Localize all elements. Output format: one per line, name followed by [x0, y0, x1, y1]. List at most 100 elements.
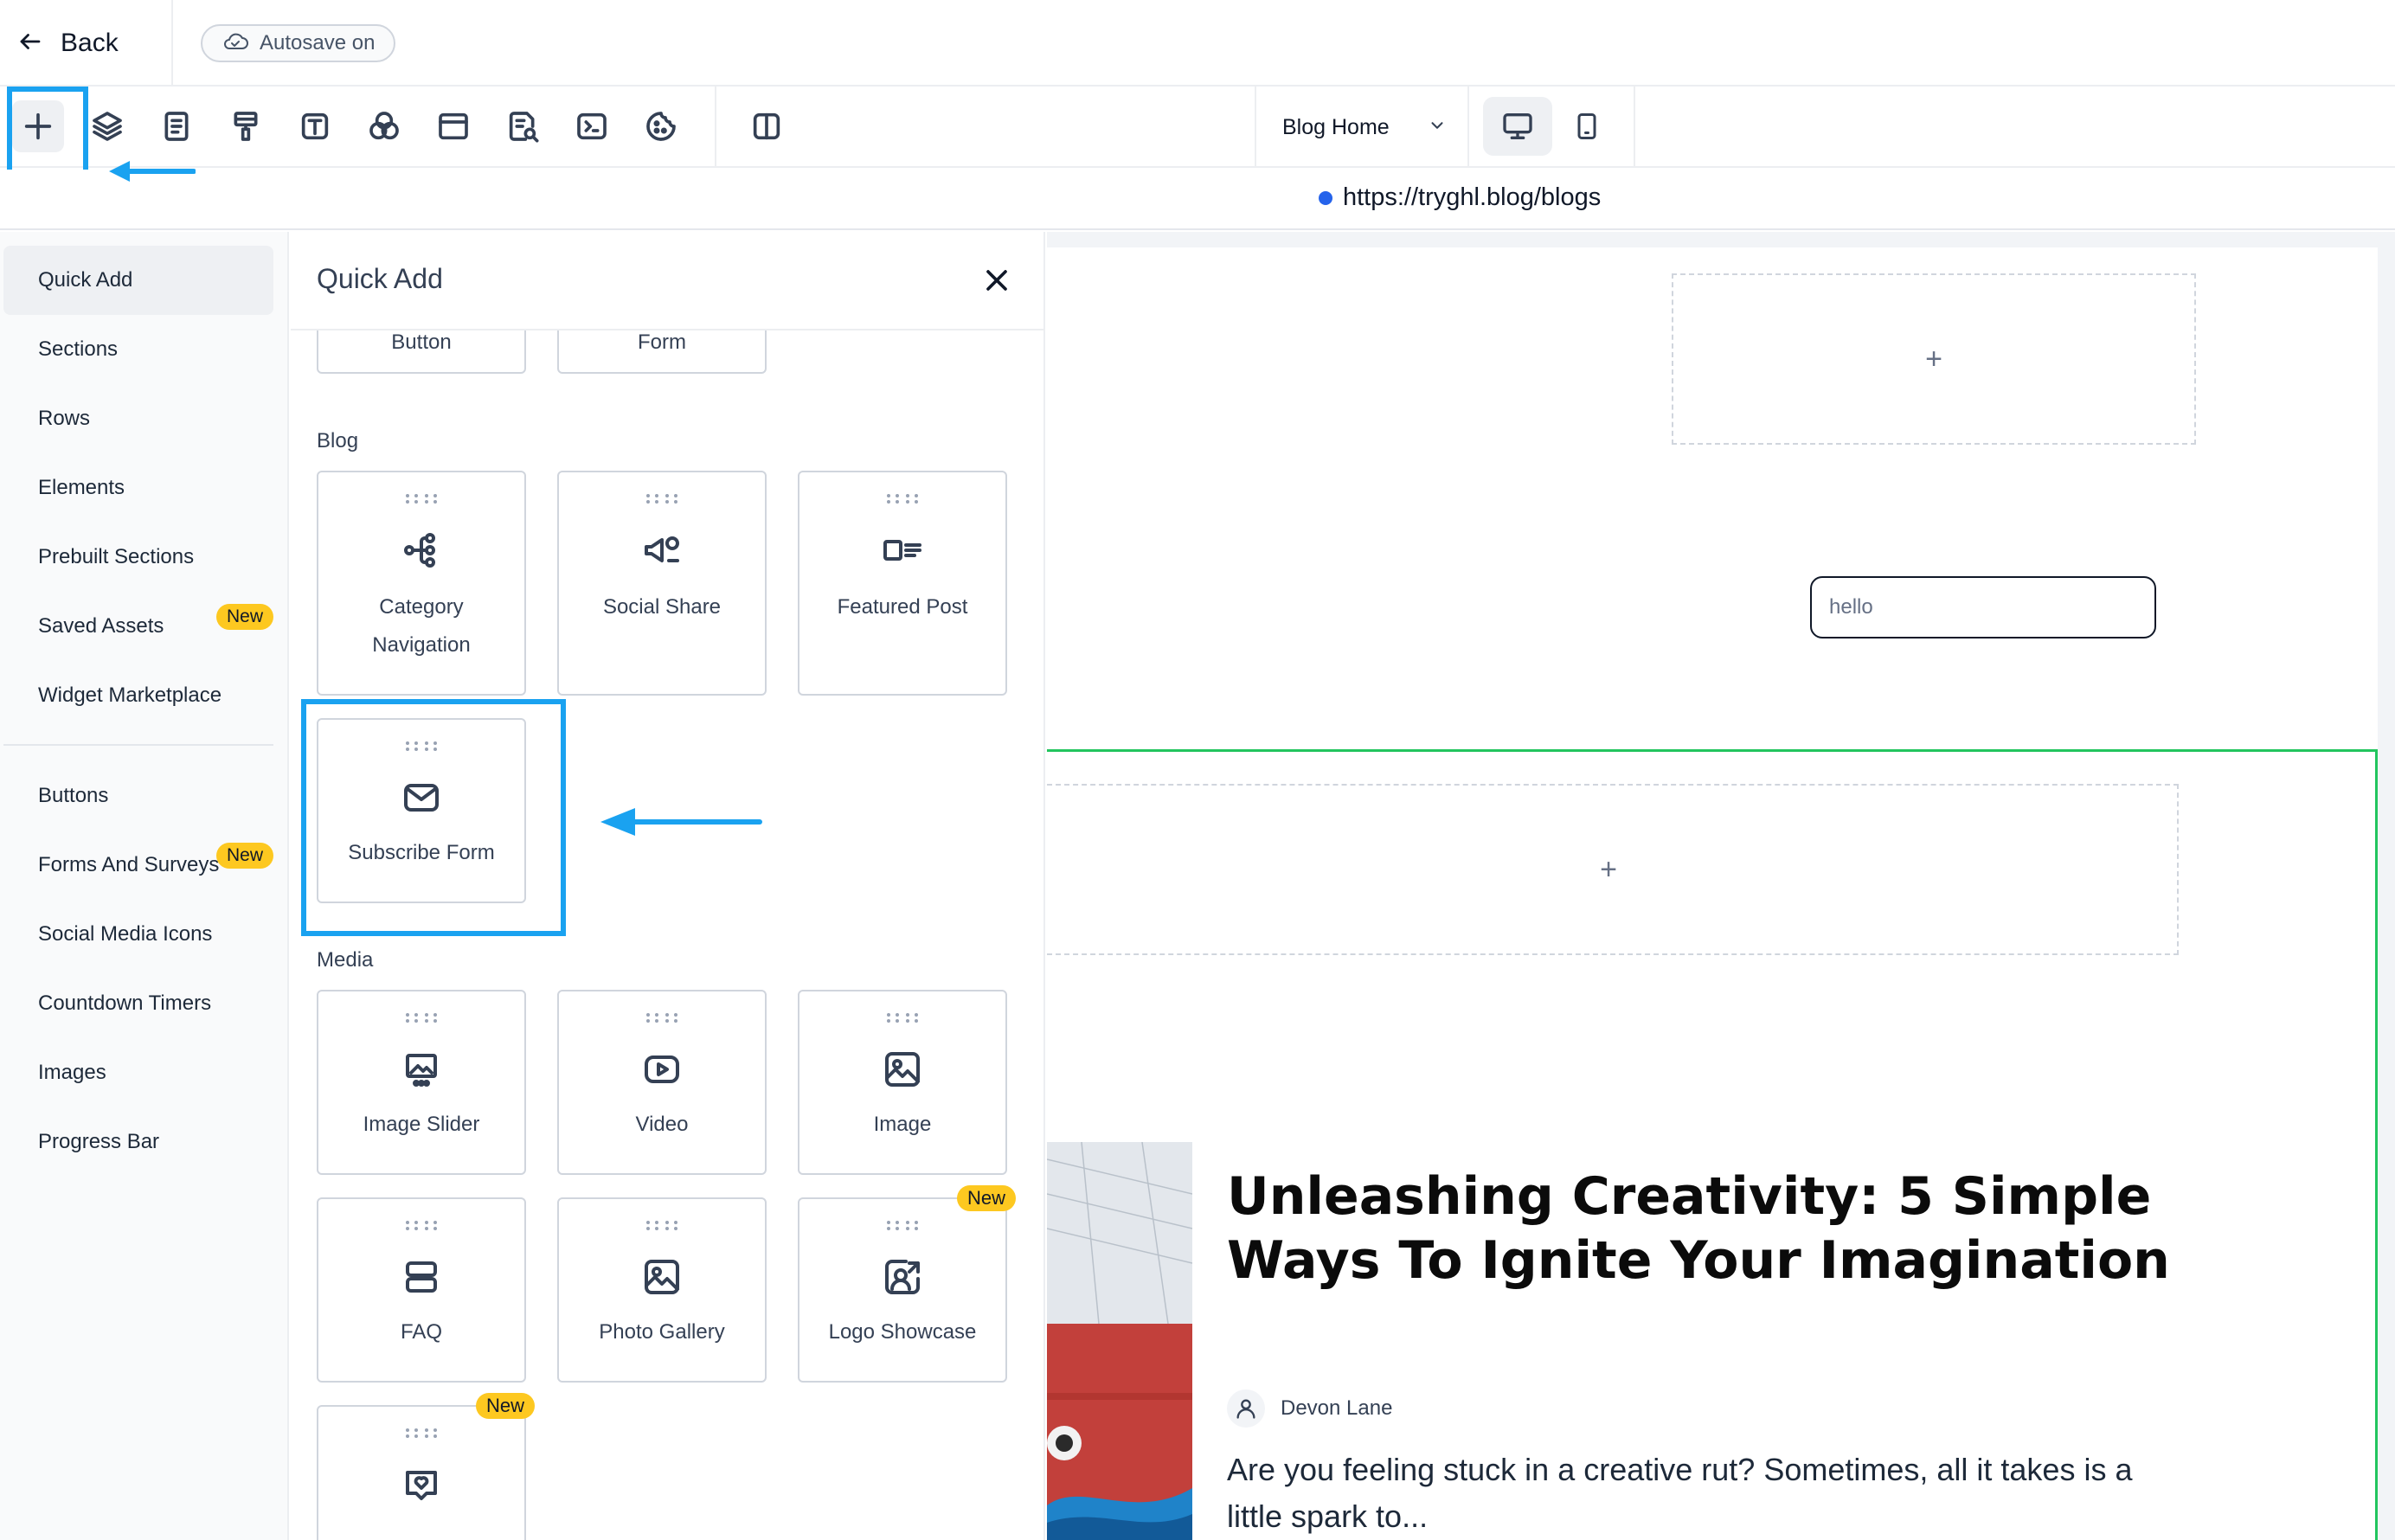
sidebar-item-forms-and-surveys[interactable]: Forms And Surveys New	[3, 831, 273, 900]
url-bar: https://tryghl.blog/blogs	[0, 170, 2395, 230]
card-label: Image	[873, 1113, 932, 1136]
colors-button[interactable]	[358, 100, 410, 152]
columns-button[interactable]	[741, 100, 793, 152]
user-icon	[1227, 1389, 1265, 1428]
sidebar-item-label: Prebuilt Sections	[38, 545, 195, 568]
quick-add-header: Quick Add	[291, 232, 1043, 330]
new-badge: New	[956, 1185, 1016, 1211]
input-value: hello	[1829, 595, 1873, 619]
author-name: Devon Lane	[1281, 1396, 1393, 1420]
divider	[171, 0, 173, 87]
page-select-value: Blog Home	[1282, 114, 1390, 139]
add-element-placeholder[interactable]: +	[1047, 784, 2179, 955]
styles-button[interactable]	[220, 100, 272, 152]
quick-add-card-testimonial[interactable]: New	[317, 1393, 535, 1540]
sidebar-item-countdown-timers[interactable]: Countdown Timers	[3, 969, 273, 1038]
quick-add-card-faq[interactable]: FAQ	[317, 1197, 526, 1383]
drag-handle-icon	[406, 1221, 437, 1230]
quick-add-title: Quick Add	[317, 263, 443, 294]
sidebar-item-label: Sections	[38, 337, 119, 361]
sidebar-item-images[interactable]: Images	[3, 1038, 273, 1107]
divider	[3, 744, 273, 746]
divider	[1255, 87, 1256, 166]
sidebar-item-progress-bar[interactable]: Progress Bar	[3, 1107, 273, 1177]
photo-gallery-icon	[641, 1256, 683, 1298]
add-element-button[interactable]	[12, 100, 64, 152]
drag-handle-icon	[406, 494, 437, 504]
drag-handle-icon	[646, 494, 677, 504]
live-status-dot	[1319, 190, 1332, 205]
drag-handle-icon	[646, 1013, 677, 1023]
sidebar-item-social-media-icons[interactable]: Social Media Icons	[3, 900, 273, 969]
plus-icon: +	[1600, 852, 1617, 886]
add-element-placeholder[interactable]: +	[1672, 273, 2196, 445]
back-button[interactable]: Back	[17, 19, 119, 67]
code-button[interactable]	[566, 100, 618, 152]
plus-icon: +	[1925, 342, 1942, 375]
sidebar-item-elements[interactable]: Elements	[3, 453, 273, 523]
sidebar-item-saved-assets[interactable]: Saved Assets New	[3, 592, 273, 661]
plus-icon	[24, 112, 52, 140]
element-sidebar: Quick Add Sections Rows Elements Prebuil…	[0, 232, 289, 1540]
seo-button[interactable]	[497, 100, 549, 152]
sidebar-item-buttons[interactable]: Buttons	[3, 761, 273, 831]
quick-add-card-featured-post[interactable]: Featured Post	[798, 471, 1007, 696]
post-excerpt: Are you feeling stuck in a creative rut?…	[1227, 1452, 2133, 1534]
social-share-icon	[641, 529, 683, 571]
sidebar-item-widget-marketplace[interactable]: Widget Marketplace	[3, 661, 273, 730]
browser-window-icon	[439, 112, 468, 140]
text-icon	[301, 112, 329, 140]
mobile-view-button[interactable]	[1561, 97, 1613, 156]
quick-add-card-video[interactable]: Video	[557, 990, 767, 1175]
card-label: Photo Gallery	[599, 1320, 725, 1344]
new-badge: New	[215, 604, 273, 630]
image-icon	[882, 1049, 923, 1090]
sidebar-item-label: Forms And Surveys	[38, 853, 220, 876]
card-label: Category Navigation	[372, 595, 471, 657]
post-title[interactable]: Unleashing Creativity: 5 Simple Ways To …	[1227, 1165, 2179, 1293]
paint-roller-icon	[234, 112, 258, 141]
quick-add-card-image-slider[interactable]: Image Slider	[317, 990, 526, 1175]
cookie-icon	[646, 112, 676, 141]
quick-add-card-photo-gallery[interactable]: Photo Gallery	[557, 1197, 767, 1383]
divider	[1467, 87, 1469, 166]
card-label: Social Share	[602, 595, 722, 619]
close-icon[interactable]	[979, 263, 1014, 298]
page-icon	[164, 112, 189, 141]
quick-add-card-category-navigation[interactable]: Category Navigation	[317, 471, 526, 696]
page-select[interactable]: Blog Home	[1282, 106, 1447, 149]
sidebar-item-quick-add[interactable]: Quick Add	[3, 246, 273, 315]
card-label: Video	[635, 1113, 689, 1136]
layers-icon	[93, 112, 122, 141]
sidebar-item-label: Buttons	[38, 784, 109, 807]
cookies-button[interactable]	[635, 100, 687, 152]
quick-add-panel: Quick Add Button Form Blog Category Navi…	[291, 232, 1045, 1540]
new-badge: New	[475, 1393, 535, 1419]
cloud-check-icon	[222, 30, 249, 57]
sidebar-item-rows[interactable]: Rows	[3, 384, 273, 453]
heart-chat-icon	[401, 1464, 442, 1505]
quick-add-card-subscribe-form[interactable]: Subscribe Form	[317, 718, 526, 903]
quick-add-card-logo-showcase[interactable]: Logo Showcase New	[798, 1185, 1016, 1383]
url-display[interactable]: https://tryghl.blog/blogs	[1319, 183, 1601, 212]
card-label: FAQ	[400, 1320, 442, 1344]
drag-handle-icon	[406, 1013, 437, 1023]
post-author: Devon Lane	[1227, 1389, 1392, 1428]
drag-handle-icon	[646, 1221, 677, 1230]
card-label: Subscribe Form	[348, 841, 495, 864]
url-text: https://tryghl.blog/blogs	[1343, 183, 1602, 211]
quick-add-card-social-share[interactable]: Social Share	[557, 471, 767, 696]
divider	[715, 87, 716, 166]
quick-add-card-image[interactable]: Image	[798, 990, 1007, 1175]
card-label: Featured Post	[837, 595, 968, 619]
text-input[interactable]: hello	[1810, 576, 2156, 638]
layout-button[interactable]	[427, 100, 479, 152]
sidebar-item-label: Images	[38, 1061, 106, 1084]
layers-button[interactable]	[81, 100, 133, 152]
desktop-view-button[interactable]	[1483, 97, 1552, 156]
pages-button[interactable]	[151, 100, 202, 152]
sidebar-item-sections[interactable]: Sections	[3, 315, 273, 384]
sidebar-item-prebuilt-sections[interactable]: Prebuilt Sections	[3, 523, 273, 592]
typography-button[interactable]	[289, 100, 341, 152]
sidebar-item-label: Rows	[38, 407, 91, 430]
